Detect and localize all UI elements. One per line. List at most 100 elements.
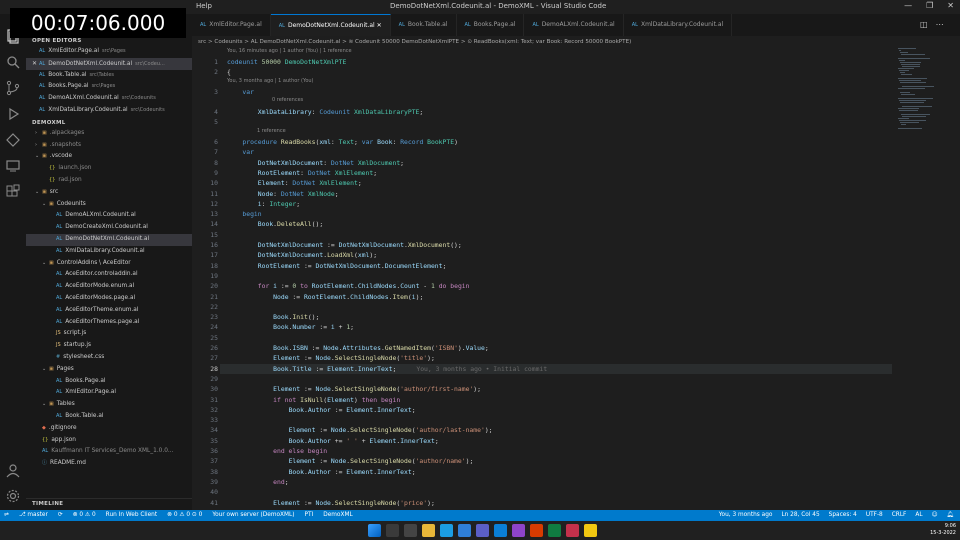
settings-gear-icon[interactable] [5, 488, 21, 504]
code-line[interactable]: 9 RootElement: DotNet XmlElement; [192, 168, 892, 178]
open-editor-item[interactable]: AL Book.Table.al src\Tables [26, 70, 192, 82]
tree-item[interactable]: ◆ .gitignore [26, 423, 192, 435]
language-mode[interactable]: AL [915, 510, 922, 521]
encoding[interactable]: UTF-8 [866, 510, 883, 521]
editor-tab[interactable]: AL DemoDotNetXml.Codeunit.al ✕ [270, 14, 391, 36]
file-explorer-icon[interactable] [422, 524, 435, 537]
project-indicator[interactable]: DemoXML [323, 510, 352, 521]
code-line[interactable]: 27 Element := Node.SelectSingleNode('tit… [192, 353, 892, 363]
tree-item[interactable]: ⌄ ▣ src [26, 187, 192, 199]
maximize-icon[interactable]: ❐ [926, 1, 933, 10]
visual-studio-icon[interactable] [512, 524, 525, 537]
tree-item[interactable]: # stylesheet.css [26, 352, 192, 364]
timeline-header[interactable]: TIMELINE [26, 499, 192, 509]
search-taskbar-icon[interactable] [386, 524, 399, 537]
store-icon[interactable] [458, 524, 471, 537]
tree-item[interactable]: ⌄ ▣ ControlAddins \ AceEditor [26, 258, 192, 270]
remote-indicator-icon[interactable]: ⇌ [4, 510, 9, 521]
account-icon[interactable] [5, 462, 21, 478]
code-line[interactable]: 15 [192, 230, 892, 240]
codelens-annotation[interactable]: 0 references [272, 97, 303, 103]
tree-item[interactable]: AL AceEditorMode.enum.al [26, 281, 192, 293]
tree-item[interactable]: AL AceEditor.controladdin.al [26, 269, 192, 281]
code-line[interactable]: 3 var [192, 87, 892, 97]
code-line[interactable]: 16 DotNetXmlDocument := DotNetXmlDocumen… [192, 240, 892, 250]
code-line[interactable]: 4 XmlDataLibrary: Codeunit XmlDataLibrar… [192, 107, 892, 117]
code-line[interactable]: 28 Book.Title := Element.InnerText; You, … [192, 364, 892, 374]
code-line[interactable]: 12 i: Integer; [192, 199, 892, 209]
app-icon-2[interactable] [548, 524, 561, 537]
open-editor-item[interactable]: AL XmlEditor.Page.al src\Pages [26, 46, 192, 58]
codelens-annotation[interactable]: 1 reference [257, 128, 286, 134]
code-line[interactable]: 36 end else begin [192, 446, 892, 456]
feedback-icon[interactable]: ☺ [932, 510, 938, 521]
close-icon[interactable]: ✕ [947, 1, 954, 10]
source-control-icon[interactable] [5, 80, 21, 96]
end-of-line[interactable]: CRLF [892, 510, 907, 521]
tree-item[interactable]: {} app.json [26, 435, 192, 447]
code-line[interactable]: 24 Book.Number := i + 1; [192, 322, 892, 332]
tree-item[interactable]: AL XmlEditor.Page.al [26, 387, 192, 399]
editor-tab[interactable]: AL Books.Page.al [457, 14, 525, 36]
chevron-icon[interactable]: ⌄ [42, 399, 49, 411]
tree-item[interactable]: AL DemoDotNetXml.Codeunit.al [26, 233, 192, 246]
chevron-icon[interactable]: ⌄ [35, 187, 42, 199]
timeline-section[interactable]: TIMELINE [26, 498, 192, 510]
vscode-taskbar-icon[interactable] [494, 524, 507, 537]
open-editor-item[interactable]: AL Books.Page.al src\Pages [26, 81, 192, 93]
indentation[interactable]: Spaces: 4 [829, 510, 857, 521]
code-line[interactable]: 40 [192, 487, 892, 497]
close-editor-icon[interactable]: ✕ [32, 58, 39, 70]
git-blame-status[interactable]: You, 3 months ago [719, 510, 773, 521]
pti-indicator[interactable]: PTI [305, 510, 314, 521]
codelens-blame[interactable]: You, 16 minutes ago | 1 author (You) | 1… [227, 48, 352, 54]
tree-item[interactable]: AL Kauffmann IT Services_Demo XML_1.0.0..… [26, 446, 192, 458]
tree-item[interactable]: ⌄ ▣ Codeunits [26, 199, 192, 211]
editor-tab[interactable]: AL XmlEditor.Page.al [192, 14, 271, 36]
code-line[interactable]: 22 [192, 302, 892, 312]
chevron-icon[interactable]: ⌄ [42, 258, 49, 270]
editor-tab[interactable]: AL Book.Table.al [391, 14, 457, 36]
code-line[interactable]: 19 [192, 271, 892, 281]
code-line[interactable]: 5 [192, 117, 892, 127]
code-line[interactable]: 25 [192, 333, 892, 343]
code-line[interactable]: 38 Book.Author := Element.InnerText; [192, 467, 892, 477]
code-line[interactable]: 6 procedure ReadBooks(xml: Text; var Boo… [192, 137, 892, 147]
minimize-icon[interactable]: — [904, 1, 912, 10]
code-line[interactable]: 21 Node := RootElement.ChildNodes.Item(i… [192, 292, 892, 302]
code-line[interactable]: 20 for i := 0 to RootElement.ChildNodes.… [192, 281, 892, 291]
editor-tab[interactable]: AL DemoALXml.Codeunit.al [524, 14, 624, 36]
app-icon-1[interactable] [530, 524, 543, 537]
code-line[interactable]: 31 if not IsNull(Element) then begin [192, 395, 892, 405]
code-line[interactable]: 1 codeunit 50000 DemoDotNetXmlPTE [192, 57, 892, 67]
code-line[interactable]: 11 Node: DotNet XmlNode; [192, 189, 892, 199]
problems-count[interactable]: ⊗ 0 ⚠ 0 ⊙ 0 [167, 510, 202, 521]
tree-item[interactable]: ⓘ README.md [26, 458, 192, 470]
code-editor[interactable]: You, 16 minutes ago | 1 author (You) | 1… [192, 48, 892, 510]
tree-item[interactable]: {} rad.json [26, 175, 192, 187]
run-in-web-client[interactable]: Run In Web Client [106, 510, 157, 521]
menu-help[interactable]: Help [196, 2, 212, 10]
code-line[interactable]: 8 DotNetXmlDocument: DotNet XmlDocument; [192, 158, 892, 168]
tree-item[interactable]: AL Books.Page.al [26, 376, 192, 388]
notifications-icon[interactable]: 🔔︎ [947, 510, 954, 521]
error-count[interactable]: ⊗ 0 ⚠ 0 [73, 510, 96, 521]
code-line[interactable]: 32 Book.Author := Element.InnerText; [192, 405, 892, 415]
code-line[interactable]: 18 RootElement := DotNetXmlDocument.Docu… [192, 261, 892, 271]
run-debug-icon[interactable] [5, 106, 21, 122]
tree-item[interactable]: AL DemoALXml.Codeunit.al [26, 210, 192, 222]
split-editor-icon[interactable]: ◫ [920, 20, 928, 29]
code-line[interactable]: 7 var [192, 147, 892, 157]
code-line[interactable]: 2{ [192, 67, 892, 77]
tree-item[interactable]: AL Book.Table.al [26, 411, 192, 423]
code-line[interactable]: 26 Book.ISBN := Node.Attributes.GetNamed… [192, 343, 892, 353]
tree-item[interactable]: AL AceEditorModes.page.al [26, 293, 192, 305]
app-icon-3[interactable] [566, 524, 579, 537]
editor-tab[interactable]: AL XmlDataLibrary.Codeunit.al [624, 14, 733, 36]
chevron-icon[interactable]: ⌄ [42, 199, 49, 211]
tree-item[interactable]: ⌄ ▣ .vscode [26, 151, 192, 163]
chevron-icon[interactable]: › [35, 140, 42, 152]
breadcrumb[interactable]: src > Codeunits > AL DemoDotNetXml.Codeu… [192, 36, 892, 48]
extensions-icon[interactable] [5, 184, 21, 200]
workspace-header[interactable]: DEMOXML [26, 118, 192, 128]
